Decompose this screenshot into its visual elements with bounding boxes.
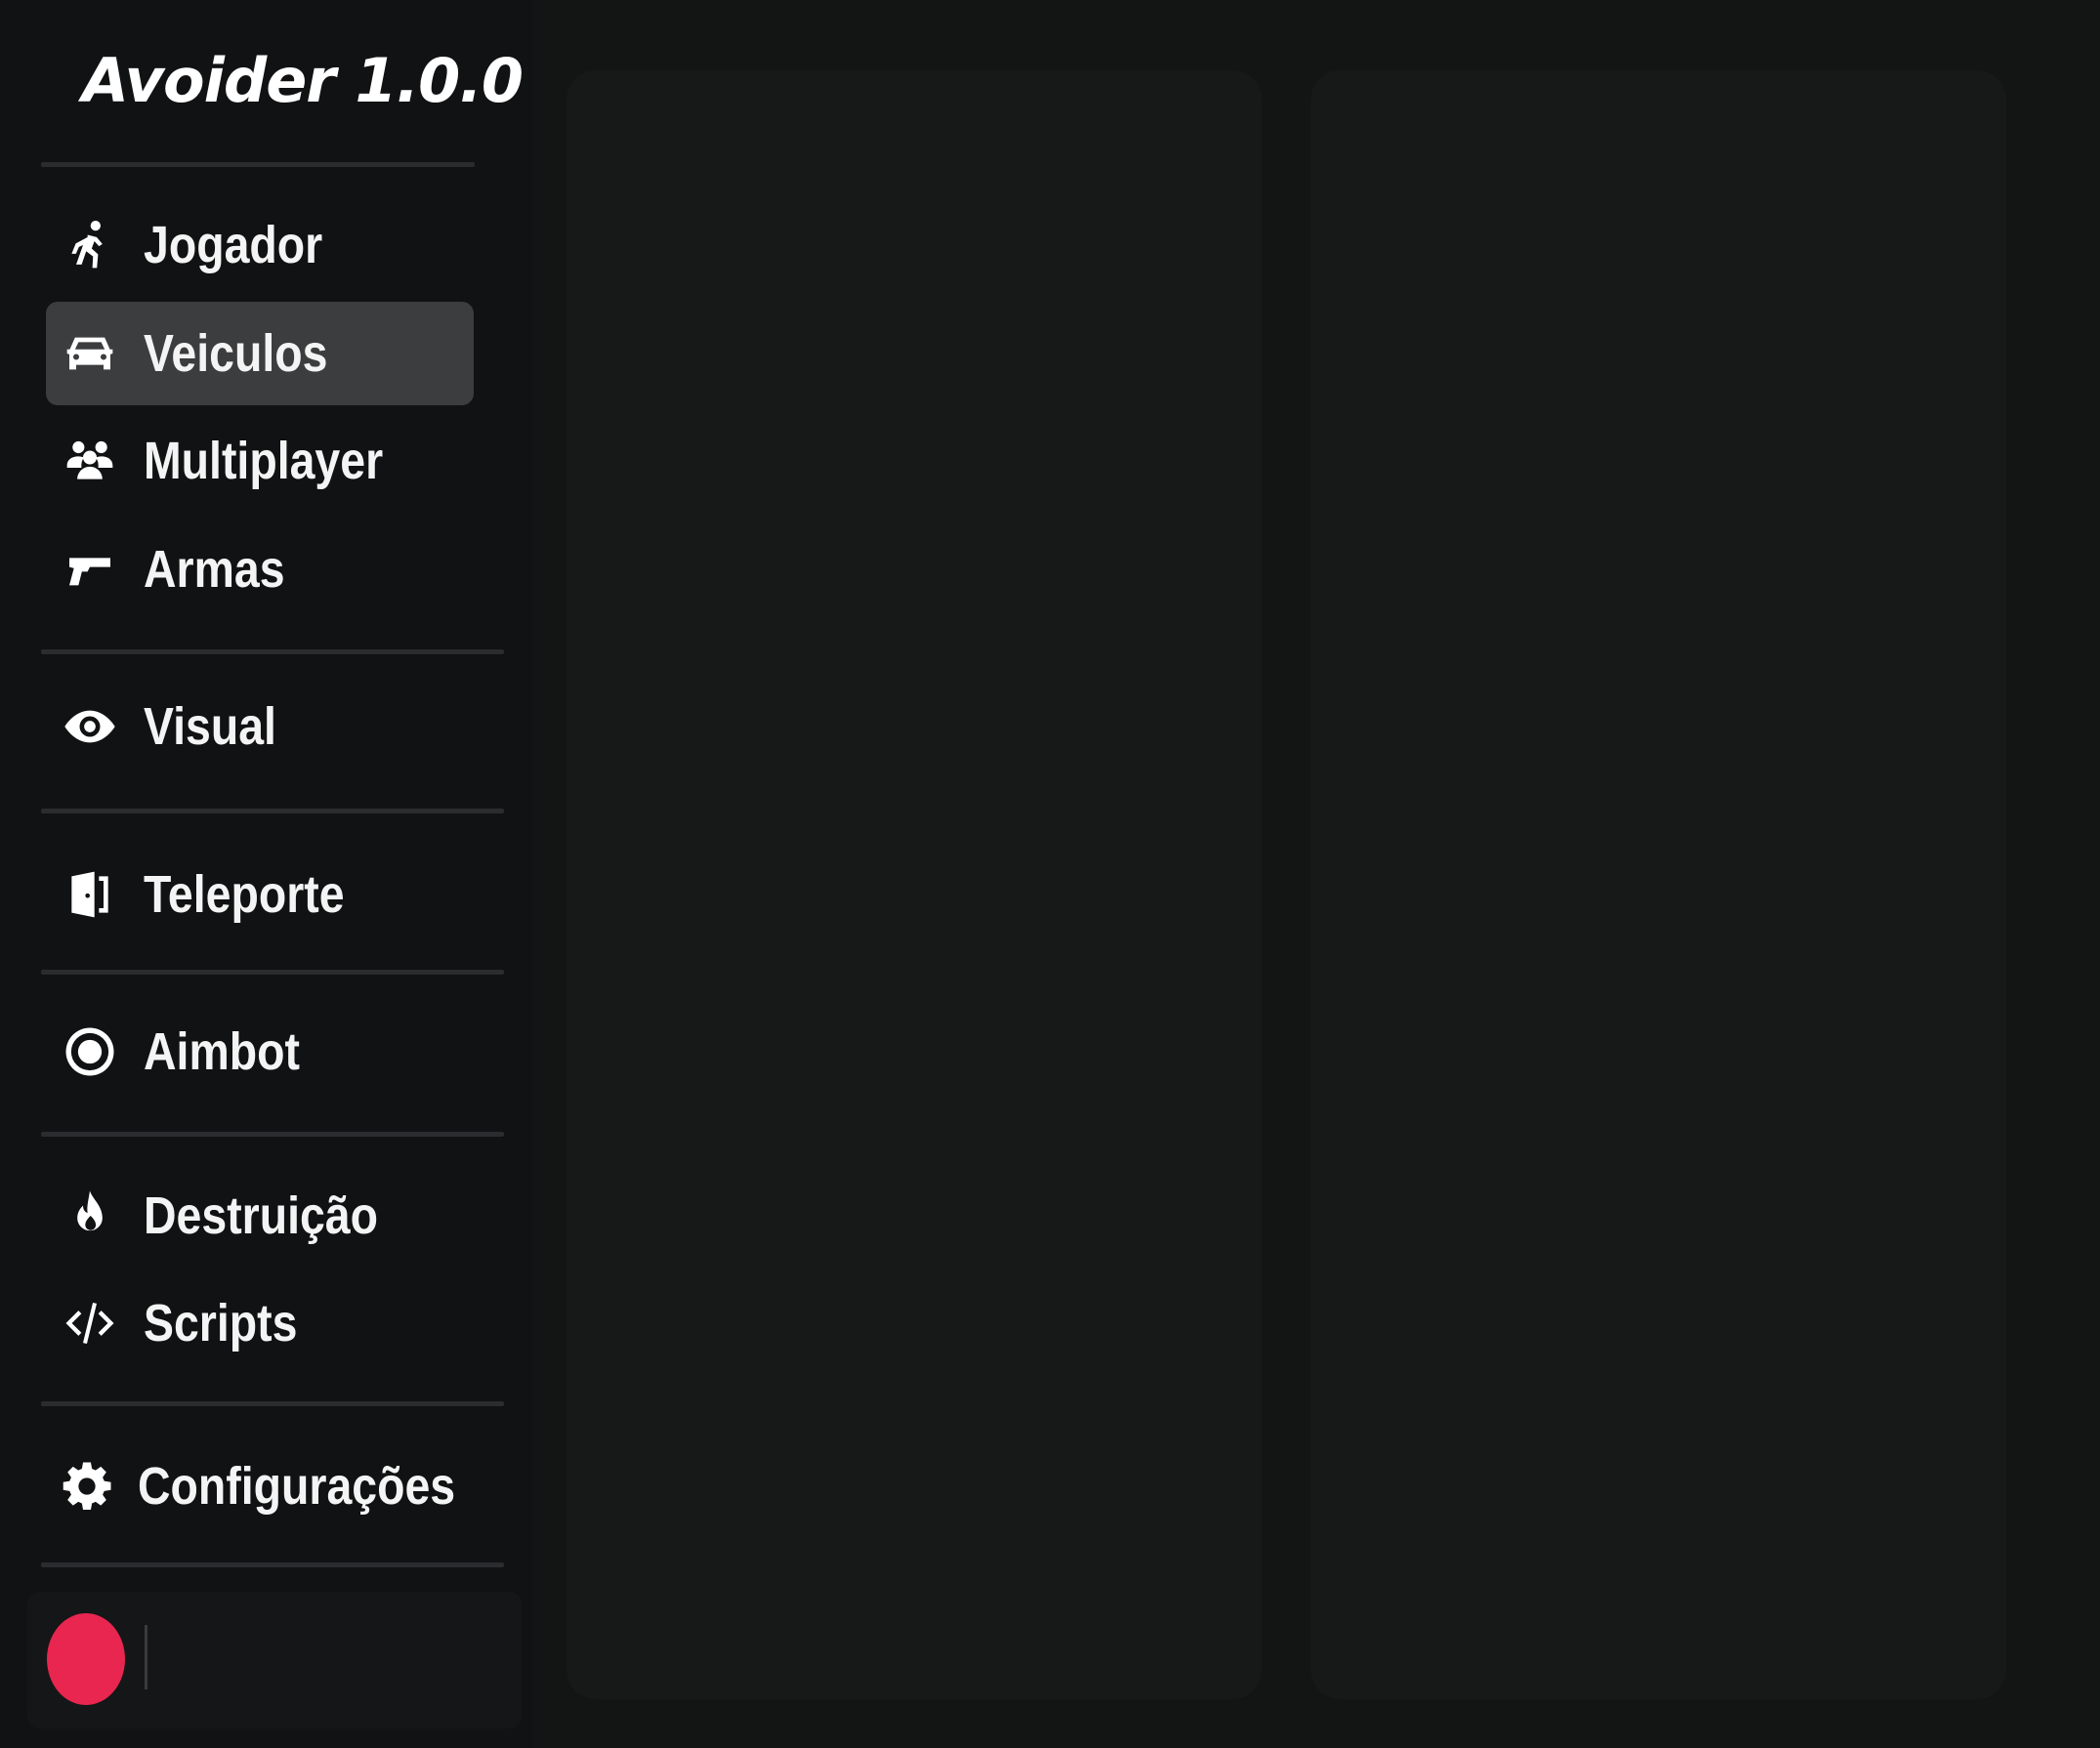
code-icon	[60, 1293, 120, 1353]
car-icon	[60, 323, 120, 384]
sidebar-item-label: Armas	[144, 540, 285, 599]
avatar[interactable]	[47, 1613, 125, 1705]
sidebar-item-label: Veiculos	[144, 324, 328, 383]
sidebar-item-label: Scripts	[144, 1294, 298, 1353]
running-person-icon	[60, 215, 120, 275]
sidebar-item-label: Aimbot	[144, 1022, 300, 1081]
app-title: Avoider 1.0.0	[82, 45, 524, 116]
sidebar-item-scripts[interactable]: Scripts	[46, 1271, 474, 1375]
divider	[41, 649, 504, 654]
divider	[41, 1562, 504, 1567]
divider	[41, 970, 504, 975]
sidebar: Avoider 1.0.0 Jogador Veiculos Multiplay…	[0, 0, 532, 1748]
sidebar-item-configuracoes[interactable]: Configurações	[46, 1435, 474, 1538]
eye-icon	[60, 696, 120, 757]
divider	[41, 809, 504, 813]
door-icon	[60, 864, 120, 925]
sidebar-item-jogador[interactable]: Jogador	[46, 193, 474, 297]
sidebar-item-multiplayer[interactable]: Multiplayer	[46, 409, 474, 513]
sidebar-item-teleporte[interactable]: Teleporte	[46, 843, 474, 946]
app-window: Avoider 1.0.0 Jogador Veiculos Multiplay…	[0, 0, 2100, 1748]
pistol-icon	[60, 539, 120, 600]
sidebar-item-label: Teleporte	[144, 865, 345, 924]
users-group-icon	[60, 431, 120, 491]
sidebar-item-visual[interactable]: Visual	[46, 675, 474, 778]
sidebar-item-veiculos[interactable]: Veiculos	[46, 302, 474, 405]
sidebar-item-label: Visual	[144, 697, 276, 756]
divider	[41, 162, 475, 167]
sidebar-item-armas[interactable]: Armas	[46, 518, 474, 621]
sidebar-item-label: Jogador	[144, 216, 323, 274]
content-panel-right	[1311, 70, 2006, 1699]
gear-icon	[60, 1456, 114, 1517]
divider	[145, 1625, 147, 1689]
sidebar-item-aimbot[interactable]: Aimbot	[46, 1000, 474, 1103]
divider	[41, 1132, 504, 1137]
sidebar-item-label: Destruição	[144, 1186, 379, 1245]
sidebar-item-destruicao[interactable]: Destruição	[46, 1164, 474, 1268]
target-icon	[60, 1021, 120, 1082]
sidebar-item-label: Configurações	[138, 1457, 456, 1516]
content-panel-left	[567, 70, 1262, 1699]
divider	[41, 1401, 504, 1406]
user-profile[interactable]	[27, 1592, 522, 1728]
fire-icon	[60, 1186, 120, 1246]
sidebar-item-label: Multiplayer	[144, 432, 384, 490]
